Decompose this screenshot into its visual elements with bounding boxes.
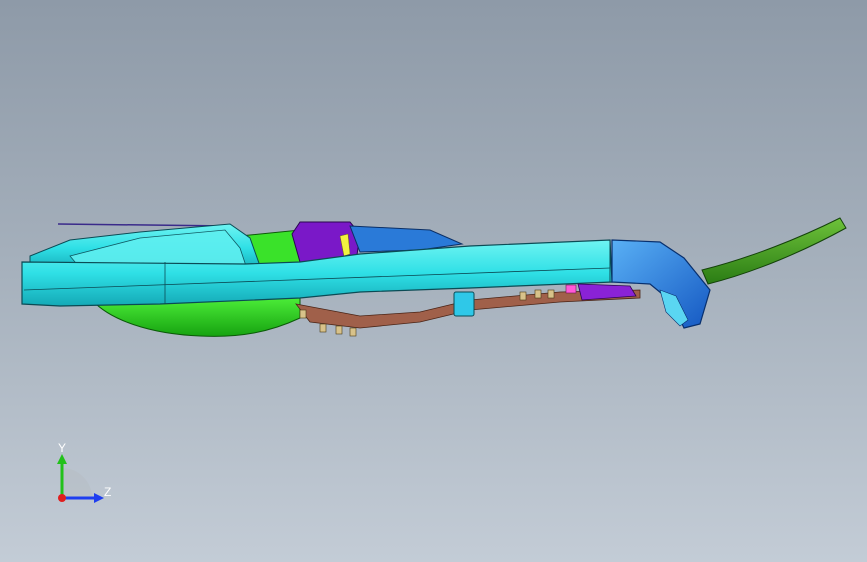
pink-clip [565,284,577,294]
triad-origin [58,494,66,502]
y-axis-label: Y [58,441,66,455]
green-rod[interactable] [701,217,847,285]
z-axis-arrow [94,493,104,503]
cylinder-boss[interactable] [453,291,475,317]
right-blue-endcap[interactable] [611,239,711,329]
cad-model-view[interactable] [0,0,867,562]
triad-quarter-disc [62,468,92,498]
graphics-viewport[interactable]: Y Z [0,0,867,562]
orientation-triad[interactable]: Y Z [40,440,130,520]
reference-line [57,223,231,227]
z-axis-label: Z [104,485,111,499]
y-axis-arrow [57,454,67,464]
